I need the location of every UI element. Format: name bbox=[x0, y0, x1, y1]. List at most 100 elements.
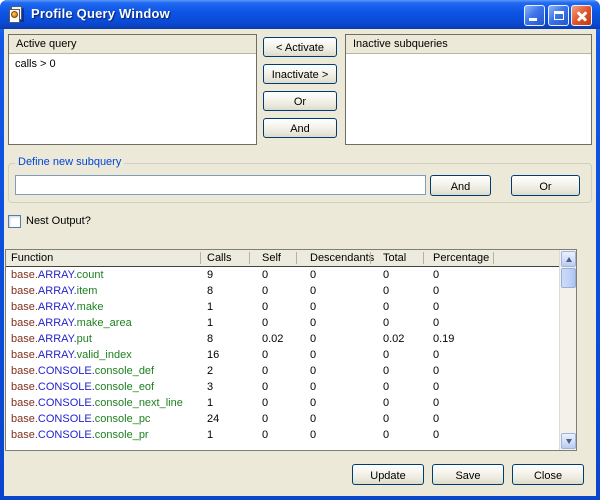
column-header-percentage[interactable]: Percentage bbox=[433, 252, 489, 264]
vertical-scrollbar[interactable] bbox=[559, 250, 576, 450]
inactivate-button[interactable]: Inactivate > bbox=[263, 64, 337, 84]
grid-body[interactable]: base.ARRAY.count 9 0 0 0 0 base.ARRAY.it… bbox=[6, 268, 559, 450]
percentage-cell: 0 bbox=[433, 381, 439, 393]
function-library: base. bbox=[11, 413, 38, 425]
function-cell: base.CONSOLE.console_def bbox=[11, 365, 154, 377]
update-button[interactable]: Update bbox=[352, 464, 424, 485]
descendants-cell: 0 bbox=[310, 365, 316, 377]
calls-cell: 16 bbox=[207, 349, 219, 361]
arrow-up-icon bbox=[566, 257, 572, 262]
table-row[interactable]: base.ARRAY.put 8 0.02 0 0.02 0.19 bbox=[6, 332, 559, 348]
save-button[interactable]: Save bbox=[432, 464, 504, 485]
function-class: CONSOLE. bbox=[38, 397, 95, 409]
and-button[interactable]: And bbox=[263, 118, 337, 138]
active-query-list[interactable]: calls > 0 bbox=[9, 55, 256, 144]
function-feature: console_def bbox=[95, 365, 154, 377]
nest-output-checkbox[interactable] bbox=[8, 215, 21, 228]
function-library: base. bbox=[11, 317, 38, 329]
total-cell: 0 bbox=[383, 381, 389, 393]
column-divider[interactable] bbox=[249, 252, 250, 264]
function-library: base. bbox=[11, 301, 38, 313]
function-cell: base.CONSOLE.console_eof bbox=[11, 381, 154, 393]
minimize-button[interactable] bbox=[524, 5, 545, 26]
subquery-and-button[interactable]: And bbox=[430, 175, 491, 196]
subquery-input[interactable] bbox=[15, 175, 426, 195]
scroll-up-button[interactable] bbox=[561, 251, 576, 267]
inactive-subqueries-header: Inactive subqueries bbox=[346, 35, 591, 54]
total-cell: 0 bbox=[383, 365, 389, 377]
calls-cell: 8 bbox=[207, 285, 213, 297]
function-feature: console_next_line bbox=[95, 397, 183, 409]
profile-results-grid: Function Calls Self Descendants Total Pe… bbox=[5, 249, 577, 451]
table-row[interactable]: base.CONSOLE.console_next_line 1 0 0 0 0 bbox=[6, 396, 559, 412]
close-dialog-button[interactable]: Close bbox=[512, 464, 584, 485]
app-icon[interactable] bbox=[8, 6, 24, 23]
function-feature: valid_index bbox=[77, 349, 132, 361]
table-row[interactable]: base.CONSOLE.console_eof 3 0 0 0 0 bbox=[6, 380, 559, 396]
self-cell: 0 bbox=[262, 317, 268, 329]
column-header-total[interactable]: Total bbox=[383, 252, 406, 264]
column-divider[interactable] bbox=[200, 252, 201, 264]
self-cell: 0 bbox=[262, 429, 268, 441]
scrollbar-thumb[interactable] bbox=[561, 268, 576, 288]
percentage-cell: 0 bbox=[433, 269, 439, 281]
profile-query-window: Profile Query Window Active query calls … bbox=[0, 0, 600, 500]
function-feature: console_pr bbox=[95, 429, 149, 441]
column-header-self[interactable]: Self bbox=[262, 252, 281, 264]
window-title: Profile Query Window bbox=[31, 6, 170, 21]
table-row[interactable]: base.CONSOLE.console_def 2 0 0 0 0 bbox=[6, 364, 559, 380]
self-cell: 0 bbox=[262, 301, 268, 313]
calls-cell: 9 bbox=[207, 269, 213, 281]
column-divider[interactable] bbox=[296, 252, 297, 264]
table-row[interactable]: base.ARRAY.valid_index 16 0 0 0 0 bbox=[6, 348, 559, 364]
function-feature: make_area bbox=[77, 317, 132, 329]
function-class: CONSOLE. bbox=[38, 365, 95, 377]
self-cell: 0 bbox=[262, 349, 268, 361]
active-query-item[interactable]: calls > 0 bbox=[9, 55, 256, 70]
function-class: ARRAY. bbox=[38, 317, 77, 329]
table-row[interactable]: base.CONSOLE.console_pc 24 0 0 0 0 bbox=[6, 412, 559, 428]
percentage-cell: 0 bbox=[433, 365, 439, 377]
function-library: base. bbox=[11, 429, 38, 441]
table-row[interactable]: base.ARRAY.make_area 1 0 0 0 0 bbox=[6, 316, 559, 332]
descendants-cell: 0 bbox=[310, 285, 316, 297]
function-cell: base.ARRAY.put bbox=[11, 333, 92, 345]
active-query-header: Active query bbox=[9, 35, 256, 54]
inactive-subqueries-list[interactable] bbox=[346, 55, 591, 144]
descendants-cell: 0 bbox=[310, 317, 316, 329]
function-class: CONSOLE. bbox=[38, 429, 95, 441]
self-cell: 0 bbox=[262, 269, 268, 281]
table-row[interactable]: base.ARRAY.item 8 0 0 0 0 bbox=[6, 284, 559, 300]
nest-output-label: Nest Output? bbox=[26, 215, 91, 227]
scroll-down-button[interactable] bbox=[561, 433, 576, 449]
column-header-function[interactable]: Function bbox=[11, 252, 53, 264]
function-class: ARRAY. bbox=[38, 333, 77, 345]
function-class: ARRAY. bbox=[38, 269, 77, 281]
column-divider[interactable] bbox=[493, 252, 494, 264]
self-cell: 0.02 bbox=[262, 333, 283, 345]
column-divider[interactable] bbox=[370, 252, 371, 264]
calls-cell: 1 bbox=[207, 317, 213, 329]
activate-button[interactable]: < Activate bbox=[263, 37, 337, 57]
table-row[interactable]: base.ARRAY.make 1 0 0 0 0 bbox=[6, 300, 559, 316]
orange-dot-icon bbox=[11, 11, 18, 18]
subquery-or-button[interactable]: Or bbox=[511, 175, 580, 196]
function-feature: console_eof bbox=[95, 381, 154, 393]
percentage-cell: 0 bbox=[433, 397, 439, 409]
total-cell: 0 bbox=[383, 349, 389, 361]
total-cell: 0 bbox=[383, 413, 389, 425]
column-header-descendants[interactable]: Descendants bbox=[310, 252, 374, 264]
column-header-calls[interactable]: Calls bbox=[207, 252, 231, 264]
self-cell: 0 bbox=[262, 397, 268, 409]
table-row[interactable]: base.CONSOLE.console_pr 1 0 0 0 0 bbox=[6, 428, 559, 444]
maximize-button[interactable] bbox=[548, 5, 569, 26]
or-button[interactable]: Or bbox=[263, 91, 337, 111]
table-row[interactable]: base.ARRAY.count 9 0 0 0 0 bbox=[6, 268, 559, 284]
close-button[interactable] bbox=[571, 5, 592, 26]
self-cell: 0 bbox=[262, 413, 268, 425]
column-divider[interactable] bbox=[423, 252, 424, 264]
function-class: ARRAY. bbox=[38, 349, 77, 361]
descendants-cell: 0 bbox=[310, 333, 316, 345]
calls-cell: 1 bbox=[207, 301, 213, 313]
titlebar[interactable]: Profile Query Window bbox=[0, 0, 600, 29]
